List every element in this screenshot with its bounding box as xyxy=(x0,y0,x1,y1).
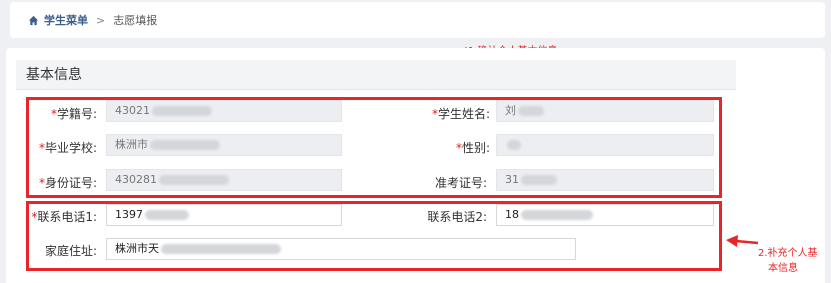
home-icon xyxy=(28,15,39,25)
breadcrumb-home-link[interactable]: 学生菜单 xyxy=(44,12,88,28)
annotation-supplement-info-line1: 2.补充个人基 xyxy=(758,248,818,259)
highlight-box-basic-info xyxy=(26,97,722,198)
breadcrumb: 学生菜单 > 志愿填报 xyxy=(10,2,825,38)
annotation-supplement-info-line2: 本信息 xyxy=(768,263,798,274)
section-title: 基本信息 xyxy=(16,60,736,90)
breadcrumb-current: 志愿填报 xyxy=(113,14,158,27)
annotation-arrow-2 xyxy=(726,235,759,247)
highlight-box-contact-info xyxy=(26,201,722,271)
breadcrumb-separator: > xyxy=(96,13,106,27)
